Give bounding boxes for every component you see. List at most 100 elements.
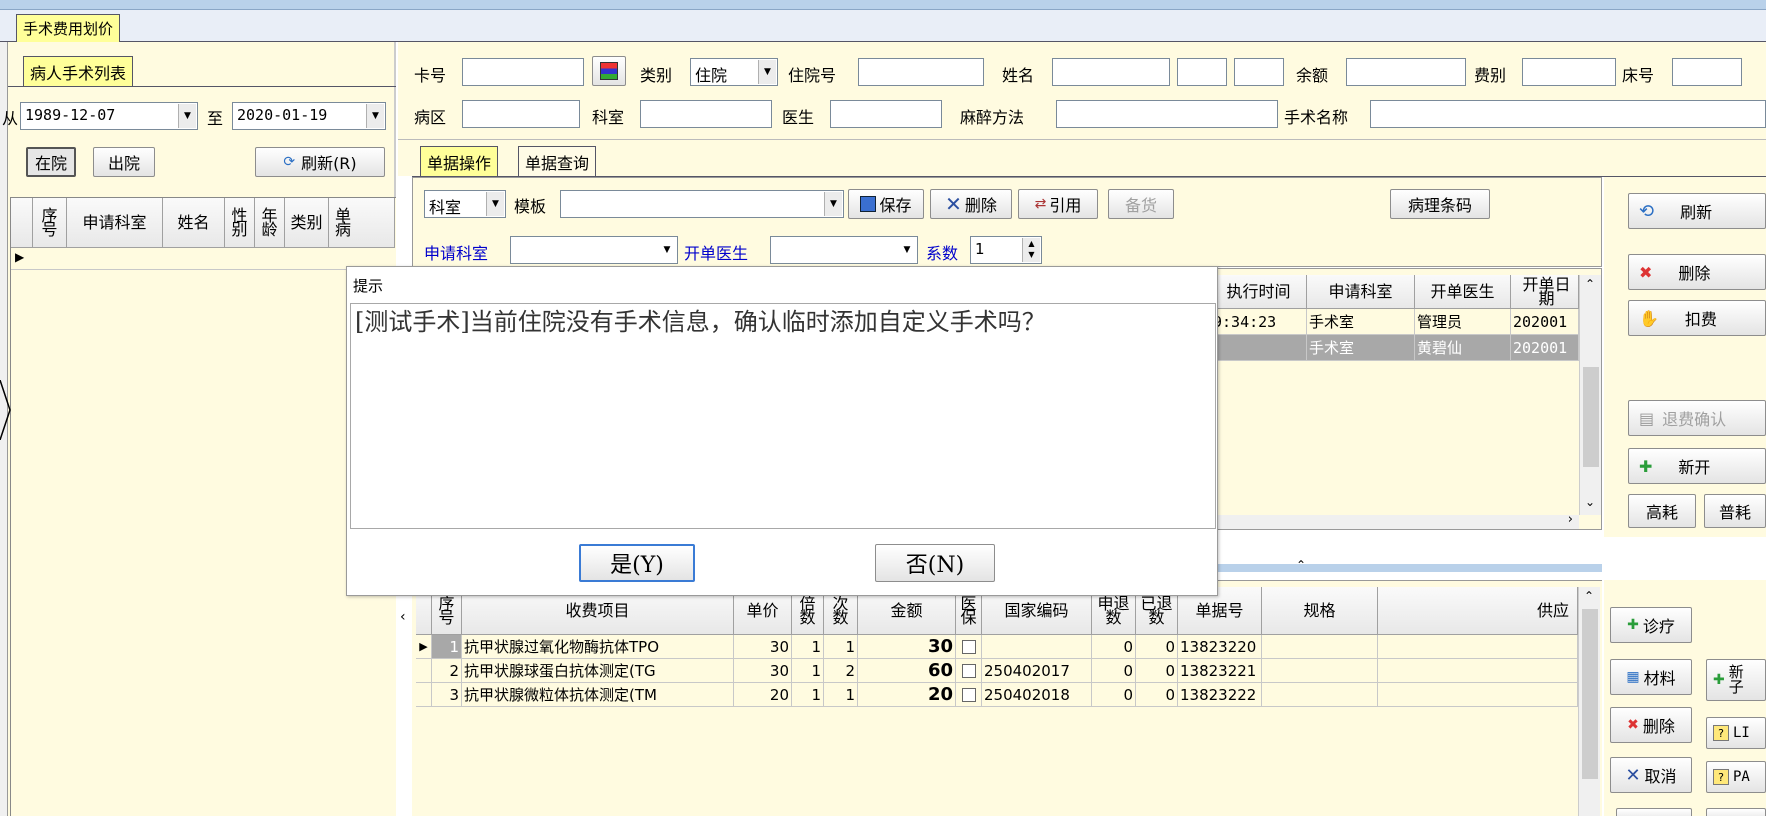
balance-input[interactable] bbox=[1346, 58, 1466, 86]
dialog-no-button[interactable]: 否(N) bbox=[875, 544, 995, 582]
scroll-thumb[interactable] bbox=[1582, 609, 1598, 779]
col-header-type[interactable]: 类别 bbox=[285, 198, 329, 248]
order-row-1-dept[interactable]: 手术室 bbox=[1307, 309, 1415, 335]
surgery-name-input[interactable] bbox=[1370, 100, 1766, 128]
chevron-down-icon[interactable]: ▼ bbox=[658, 238, 676, 262]
col-header-spec[interactable]: 规格 bbox=[1262, 587, 1378, 635]
row1-apply-refund[interactable]: 0 bbox=[1092, 635, 1136, 659]
cite-button[interactable]: ⇄ 引用 bbox=[1018, 189, 1098, 219]
chevron-down-icon[interactable]: ▼ bbox=[898, 238, 916, 262]
row2-bill-no[interactable]: 13823221 bbox=[1178, 659, 1262, 683]
template-select[interactable]: ▼ bbox=[560, 190, 844, 218]
col-header-order-doctor[interactable]: 开单医生 bbox=[1415, 275, 1511, 309]
row3-apply-refund[interactable]: 0 bbox=[1092, 683, 1136, 707]
row3-amount[interactable]: 20 bbox=[858, 683, 956, 707]
pa-button[interactable]: ? PA bbox=[1706, 761, 1766, 793]
row1-fee-item[interactable]: 抗甲状腺过氧化物酶抗体TPO bbox=[462, 635, 734, 659]
card-reader-button[interactable] bbox=[592, 56, 626, 86]
refresh-bill-button[interactable]: ⟲ 刷新 bbox=[1628, 193, 1766, 229]
coef-spinner[interactable]: 1 ▲ ▼ bbox=[970, 236, 1042, 264]
col-header-apply-dept2[interactable]: 申请科室 bbox=[1307, 275, 1415, 309]
order-grid-vscroll[interactable]: ⌃ ⌄ bbox=[1579, 275, 1601, 515]
bed-input[interactable] bbox=[1672, 58, 1742, 86]
row2-spec[interactable] bbox=[1262, 659, 1378, 683]
tab-bill-operations[interactable]: 单据操作 bbox=[420, 146, 499, 176]
inhospital-button[interactable]: 在院 bbox=[26, 147, 76, 177]
chevron-down-icon[interactable]: ▼ bbox=[178, 104, 196, 128]
row3-fee-item[interactable]: 抗甲状腺微粒体抗体测定(TM bbox=[462, 683, 734, 707]
new-sub-button[interactable]: ✚ 新子 bbox=[1706, 659, 1766, 701]
ward-input[interactable] bbox=[462, 100, 580, 128]
col-header-single-disease[interactable]: 单病 bbox=[329, 198, 395, 248]
dept-input[interactable] bbox=[640, 100, 772, 128]
row2-unit-price[interactable]: 30 bbox=[734, 659, 792, 683]
row1-amount[interactable]: 30 bbox=[858, 635, 956, 659]
scroll-up-icon[interactable]: ⌃ bbox=[1585, 277, 1595, 291]
dialog-yes-button[interactable]: 是(Y) bbox=[579, 544, 695, 582]
row3-spec[interactable] bbox=[1262, 683, 1378, 707]
grid-left-arrow-icon[interactable]: ‹ bbox=[400, 609, 406, 625]
stock-button[interactable]: 备货 bbox=[1108, 189, 1174, 219]
row1-unit-price[interactable]: 30 bbox=[734, 635, 792, 659]
row3-national-code[interactable]: 250402018 bbox=[982, 683, 1092, 707]
refresh-list-button[interactable]: ⟳ 刷新(R) bbox=[255, 147, 385, 177]
row2-multiple[interactable]: 1 bbox=[792, 659, 824, 683]
splitter-up-icon[interactable]: ⌃ bbox=[1296, 558, 1306, 572]
order-row-1-exec-time[interactable]: 9:34:23 bbox=[1211, 309, 1307, 335]
inpatient-no-input[interactable] bbox=[858, 58, 984, 86]
name-input[interactable] bbox=[1052, 58, 1170, 86]
cancel-button[interactable]: ✕ 取消 bbox=[1610, 757, 1692, 793]
li-button[interactable]: ? LI bbox=[1706, 717, 1766, 749]
patient-grid[interactable]: 序号 申请科室 姓名 性别 年龄 类别 单病 ▶ bbox=[10, 197, 396, 816]
age-input[interactable] bbox=[1234, 58, 1284, 86]
type-select[interactable]: 住院 ▼ bbox=[690, 58, 778, 86]
order-grid-hscroll[interactable]: › bbox=[1211, 512, 1579, 529]
row2-amount[interactable]: 60 bbox=[858, 659, 956, 683]
discharged-button[interactable]: 出院 bbox=[93, 147, 155, 177]
partial-button-2[interactable] bbox=[1706, 808, 1766, 816]
col-header-supplier[interactable]: 供应 bbox=[1378, 587, 1578, 635]
collapse-arrow-icon[interactable] bbox=[0, 379, 12, 441]
delete-item-button[interactable]: ✖ 删除 bbox=[1610, 707, 1692, 743]
tab-bill-query[interactable]: 单据查询 bbox=[518, 146, 597, 176]
scroll-up-icon[interactable]: ⌃ bbox=[1584, 589, 1594, 603]
chevron-down-icon[interactable]: ▼ bbox=[824, 192, 842, 216]
tab-patient-surgery-list[interactable]: 病人手术列表 bbox=[23, 56, 134, 86]
doctor-select[interactable]: ▼ bbox=[770, 236, 918, 264]
sex-input[interactable] bbox=[1177, 58, 1227, 86]
save-button[interactable]: 保存 bbox=[848, 189, 924, 219]
row1-times[interactable]: 1 bbox=[824, 635, 858, 659]
col-header-age[interactable]: 年龄 bbox=[255, 198, 285, 248]
row3-refunded[interactable]: 0 bbox=[1136, 683, 1178, 707]
chevron-down-icon[interactable]: ▼ bbox=[758, 60, 776, 84]
row2-seq[interactable]: 2 bbox=[432, 659, 462, 683]
fee-type-input[interactable] bbox=[1522, 58, 1616, 86]
order-row-2-date[interactable]: 202001 bbox=[1511, 335, 1579, 361]
row3-seq[interactable]: 3 bbox=[432, 683, 462, 707]
row2-supplier[interactable] bbox=[1378, 659, 1578, 683]
diagnosis-button[interactable]: ✚ 诊疗 bbox=[1610, 607, 1692, 643]
scroll-down-icon[interactable]: ⌄ bbox=[1585, 495, 1595, 509]
row1-national-code[interactable] bbox=[982, 635, 1092, 659]
order-row-1-doctor[interactable]: 管理员 bbox=[1415, 309, 1511, 335]
delete-bill-button[interactable]: ✕ 删除 bbox=[930, 189, 1012, 219]
anesthesia-input[interactable] bbox=[1056, 100, 1278, 128]
row2-fee-item[interactable]: 抗甲状腺球蛋白抗体测定(TG bbox=[462, 659, 734, 683]
row3-multiple[interactable]: 1 bbox=[792, 683, 824, 707]
spinner-arrows-icon[interactable]: ▲ ▼ bbox=[1022, 238, 1040, 262]
col-header-sex[interactable]: 性别 bbox=[225, 198, 255, 248]
row1-supplier[interactable] bbox=[1378, 635, 1578, 659]
order-row-2-exec-time[interactable] bbox=[1211, 335, 1307, 361]
from-date-picker[interactable]: 1989-12-07 ▼ bbox=[20, 102, 198, 130]
col-header-apply-dept[interactable]: 申请科室 bbox=[67, 198, 163, 248]
row3-insurance-checkbox[interactable] bbox=[956, 683, 982, 707]
grid-empty-row[interactable]: ▶ bbox=[11, 248, 395, 270]
normal-cost-button[interactable]: 普耗 bbox=[1704, 494, 1766, 528]
col-header-order-date[interactable]: 开单日期 bbox=[1511, 275, 1579, 309]
tab-surgery-pricing[interactable]: 手术费用划价 bbox=[16, 14, 121, 42]
partial-button-1[interactable] bbox=[1616, 808, 1692, 816]
to-date-picker[interactable]: 2020-01-19 ▼ bbox=[232, 102, 386, 130]
row2-times[interactable]: 2 bbox=[824, 659, 858, 683]
apply-dept-select[interactable]: ▼ bbox=[510, 236, 678, 264]
row3-times[interactable]: 1 bbox=[824, 683, 858, 707]
